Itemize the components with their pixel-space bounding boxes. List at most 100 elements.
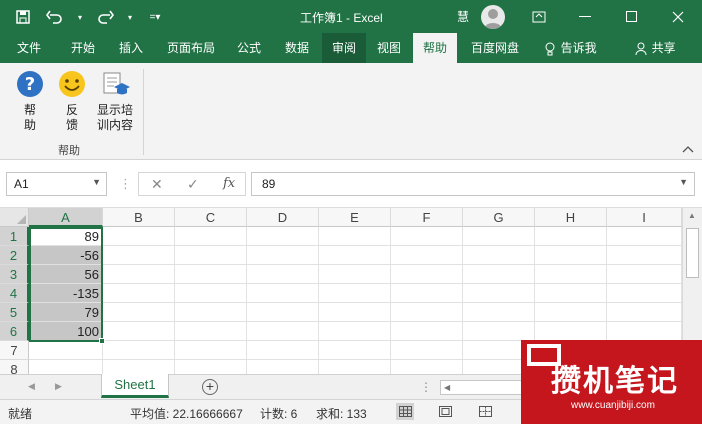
save-icon[interactable] [12, 6, 34, 28]
tab-data[interactable]: 数据 [276, 33, 318, 63]
empty-cell[interactable] [247, 341, 319, 360]
empty-cell[interactable] [103, 265, 175, 284]
empty-cell[interactable] [391, 284, 463, 303]
empty-cell[interactable] [247, 284, 319, 303]
tab-help[interactable]: 帮助 [413, 33, 457, 63]
empty-cell[interactable] [175, 246, 247, 265]
empty-cell[interactable] [535, 246, 607, 265]
ribbon-display-options-button[interactable] [516, 0, 562, 33]
column-header-i[interactable]: I [607, 208, 682, 227]
user-name[interactable]: 慧 [457, 8, 469, 25]
redo-dropdown-icon[interactable]: ▾ [126, 6, 134, 28]
show-training-button[interactable]: 显示培 训内容 [93, 69, 137, 133]
empty-cell[interactable] [319, 246, 391, 265]
page-break-view-icon[interactable] [476, 403, 494, 420]
empty-cell[interactable] [319, 227, 391, 246]
empty-cell[interactable] [247, 322, 319, 341]
row-header-3[interactable]: 3 [0, 265, 29, 284]
empty-cell[interactable] [103, 246, 175, 265]
enter-icon[interactable]: ✓ [187, 176, 199, 193]
empty-cell[interactable] [607, 246, 682, 265]
formula-input[interactable]: 89 ▼ [251, 172, 695, 196]
formula-bar-grip-icon[interactable]: ⋮ [119, 176, 132, 192]
empty-cell[interactable] [463, 227, 535, 246]
cell-a6[interactable]: 100 [29, 322, 103, 341]
sum-status[interactable]: 求和: 133 [316, 405, 367, 422]
empty-cell[interactable] [175, 284, 247, 303]
empty-cell[interactable] [391, 341, 463, 360]
normal-view-icon[interactable] [396, 403, 414, 420]
empty-cell[interactable] [391, 322, 463, 341]
empty-cell[interactable] [463, 265, 535, 284]
empty-cell[interactable] [175, 341, 247, 360]
insert-function-icon[interactable]: fx [223, 176, 235, 191]
redo-icon[interactable] [94, 6, 116, 28]
collapse-ribbon-icon[interactable] [682, 145, 694, 156]
tab-review[interactable]: 审阅 [322, 33, 366, 63]
column-header-g[interactable]: G [463, 208, 535, 227]
empty-cell[interactable] [103, 284, 175, 303]
scroll-left-icon[interactable]: ◀ [444, 383, 450, 392]
empty-cell[interactable] [391, 303, 463, 322]
empty-cell[interactable] [391, 227, 463, 246]
empty-cell[interactable] [391, 265, 463, 284]
maximize-button[interactable] [608, 0, 654, 33]
tab-page-layout[interactable]: 页面布局 [158, 33, 224, 63]
avatar[interactable] [481, 5, 505, 29]
empty-cell[interactable] [247, 227, 319, 246]
tab-split-handle[interactable]: ⋮ [420, 380, 432, 394]
empty-cell[interactable] [103, 227, 175, 246]
chevron-down-icon[interactable]: ▼ [92, 177, 101, 187]
row-header-6[interactable]: 6 [0, 322, 29, 341]
cell-a5[interactable]: 79 [29, 303, 103, 322]
cell-a1[interactable]: 89 [29, 227, 103, 246]
tell-me-search[interactable]: 告诉我 [534, 33, 606, 63]
undo-icon[interactable] [44, 6, 66, 28]
row-header-5[interactable]: 5 [0, 303, 29, 322]
empty-cell[interactable] [103, 341, 175, 360]
tab-baidu-netdisk[interactable]: 百度网盘 [463, 33, 527, 63]
empty-cell[interactable] [319, 303, 391, 322]
cell-a3[interactable]: 56 [29, 265, 103, 284]
close-button[interactable] [654, 0, 702, 33]
average-status[interactable]: 平均值: 22.16666667 [130, 405, 243, 422]
row-header-1[interactable]: 1 [0, 227, 29, 246]
sheet-tab-sheet1[interactable]: Sheet1 [101, 374, 169, 398]
empty-cell[interactable] [319, 284, 391, 303]
empty-cell[interactable] [103, 322, 175, 341]
undo-dropdown-icon[interactable]: ▾ [76, 6, 84, 28]
empty-cell[interactable] [247, 265, 319, 284]
row-header-8[interactable]: 8 [0, 360, 29, 374]
empty-cell[interactable] [535, 322, 607, 341]
customize-qat-icon[interactable]: =▾ [144, 6, 166, 28]
vertical-scroll-thumb[interactable] [686, 228, 699, 278]
column-header-b[interactable]: B [103, 208, 175, 227]
horizontal-scrollbar[interactable]: ◀ [440, 380, 525, 395]
empty-cell[interactable] [29, 341, 103, 360]
empty-cell[interactable] [103, 303, 175, 322]
empty-cell[interactable] [391, 246, 463, 265]
previous-sheet-icon[interactable]: ◀ [28, 381, 35, 392]
row-header-2[interactable]: 2 [0, 246, 29, 265]
tab-file[interactable]: 文件 [6, 33, 52, 63]
tab-formulas[interactable]: 公式 [228, 33, 270, 63]
empty-cell[interactable] [319, 265, 391, 284]
empty-cell[interactable] [175, 322, 247, 341]
empty-cell[interactable] [463, 246, 535, 265]
column-header-d[interactable]: D [247, 208, 319, 227]
cell-a2[interactable]: -56 [29, 246, 103, 265]
cell-a4[interactable]: -135 [29, 284, 103, 303]
column-header-f[interactable]: F [391, 208, 463, 227]
row-header-7[interactable]: 7 [0, 341, 29, 360]
empty-cell[interactable] [463, 284, 535, 303]
empty-cell[interactable] [319, 322, 391, 341]
tab-home[interactable]: 开始 [58, 33, 108, 63]
empty-cell[interactable] [607, 265, 682, 284]
next-sheet-icon[interactable]: ▶ [55, 381, 62, 392]
row-header-4[interactable]: 4 [0, 284, 29, 303]
empty-cell[interactable] [175, 360, 247, 374]
empty-cell[interactable] [535, 303, 607, 322]
tab-insert[interactable]: 插入 [108, 33, 154, 63]
name-box[interactable]: A1 ▼ [6, 172, 107, 196]
empty-cell[interactable] [607, 227, 682, 246]
